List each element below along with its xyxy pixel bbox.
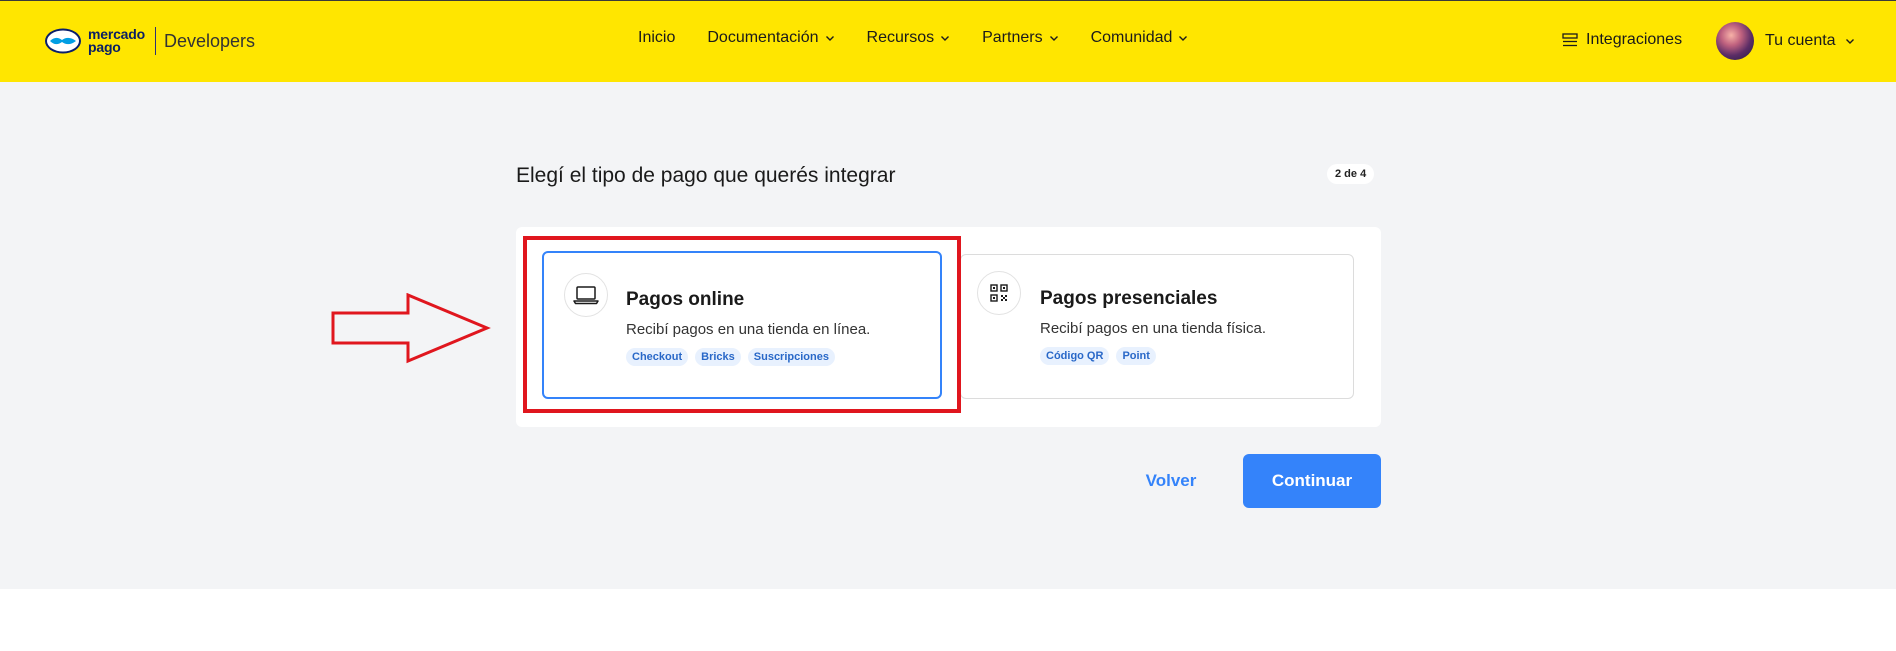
integrations-icon: [1562, 33, 1578, 47]
laptop-icon-circle: [564, 273, 608, 317]
qr-code-icon: [990, 284, 1008, 302]
nav-label: Recursos: [866, 29, 935, 46]
top-header: mercado pago Developers Inicio Documenta…: [0, 0, 1896, 82]
nav-documentacion[interactable]: Documentación: [707, 29, 834, 47]
qr-icon-circle: [977, 271, 1021, 315]
step-badge: 2 de 4: [1327, 164, 1375, 184]
chevron-down-icon: [1845, 39, 1854, 44]
chevron-down-icon: [825, 36, 834, 41]
option-description: Recibí pagos en una tienda física.: [1040, 320, 1266, 337]
option-tags: Código QR Point: [1040, 347, 1163, 365]
tag-bricks: Bricks: [695, 348, 741, 366]
tag-checkout: Checkout: [626, 348, 689, 366]
tag-suscripciones: Suscripciones: [747, 348, 835, 366]
nav-label: Partners: [982, 29, 1043, 46]
tag-point: Point: [1116, 347, 1156, 365]
avatar: [1716, 22, 1754, 60]
laptop-icon: [573, 286, 599, 305]
mercado-pago-logo[interactable]: mercado pago Developers: [44, 21, 255, 61]
logo-wordmark: mercado pago: [88, 27, 145, 55]
nav-label: Documentación: [707, 29, 819, 46]
nav-label: Comunidad: [1090, 29, 1173, 46]
option-tags: Checkout Bricks Suscripciones: [626, 348, 842, 366]
nav-label: Inicio: [638, 29, 676, 46]
payment-option-online[interactable]: Pagos online Recibí pagos en una tienda …: [542, 251, 942, 399]
integrations-label: Integraciones: [1586, 31, 1683, 48]
tag-codigo-qr: Código QR: [1040, 347, 1110, 365]
logo-line-pago: pago: [88, 39, 121, 55]
red-arrow-annotation: [331, 293, 491, 364]
option-title: Pagos online: [626, 289, 745, 310]
account-menu[interactable]: Tu cuenta: [1716, 22, 1855, 60]
chevron-down-icon: [1179, 36, 1188, 41]
nav-inicio[interactable]: Inicio: [638, 29, 675, 47]
integrations-link[interactable]: Integraciones: [1562, 31, 1682, 49]
nav-partners[interactable]: Partners: [982, 29, 1058, 47]
page-title: Elegí el tipo de pago que querés integra…: [516, 164, 896, 187]
main-nav: Inicio Documentación Recursos Partners C…: [638, 29, 1220, 47]
logo-divider: [154, 27, 156, 55]
nav-comunidad[interactable]: Comunidad: [1091, 29, 1189, 47]
logo-product-name: Developers: [163, 30, 256, 51]
account-label: Tu cuenta: [1765, 32, 1836, 49]
continue-button[interactable]: Continuar: [1243, 454, 1381, 508]
back-button[interactable]: Volver: [1126, 454, 1216, 508]
nav-recursos[interactable]: Recursos: [867, 29, 951, 47]
handshake-logo-icon: [45, 28, 81, 54]
payment-option-presencial[interactable]: Pagos presenciales Recibí pagos en una t…: [960, 254, 1354, 399]
chevron-down-icon: [941, 36, 950, 41]
chevron-down-icon: [1049, 36, 1058, 41]
option-description: Recibí pagos en una tienda en línea.: [626, 321, 871, 338]
option-title: Pagos presenciales: [1040, 288, 1218, 309]
